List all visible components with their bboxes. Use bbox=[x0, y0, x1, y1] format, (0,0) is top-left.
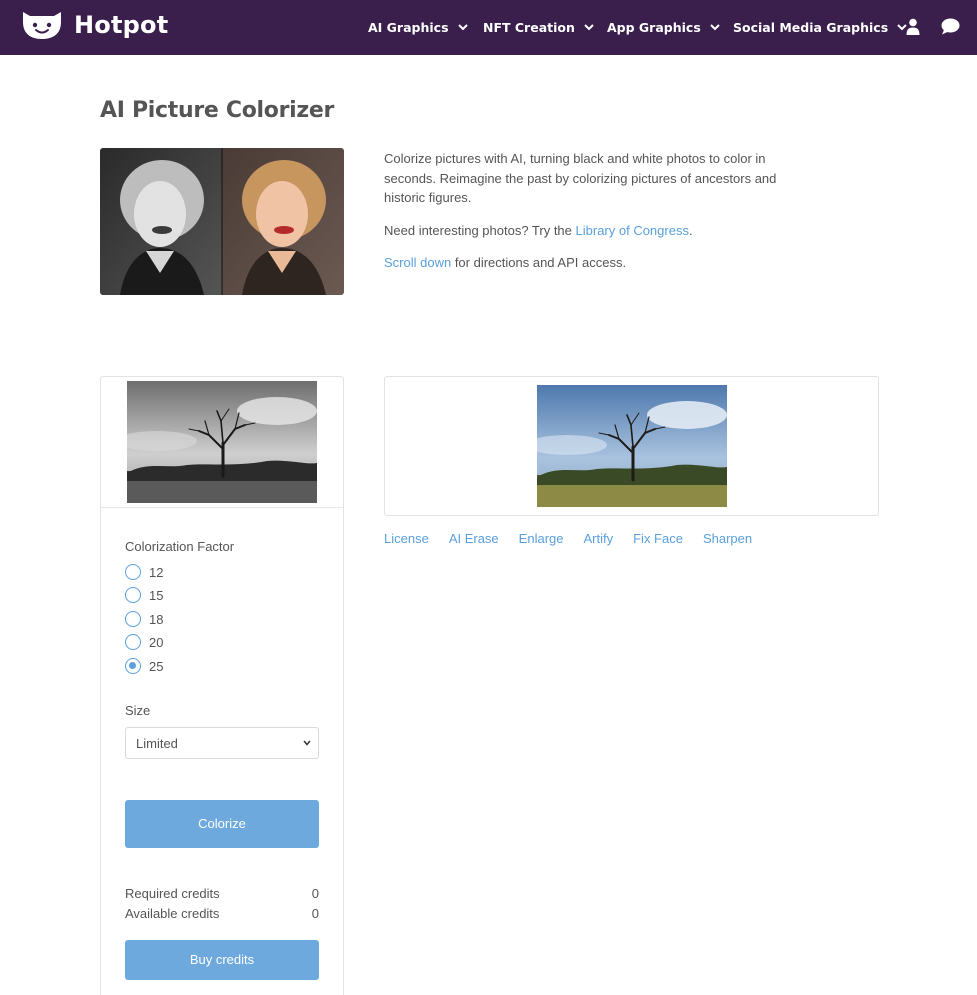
intro-text-span: . bbox=[688, 222, 693, 238]
image-tools-links: License AI Erase Enlarge Artify Fix Face… bbox=[384, 531, 772, 546]
factor-option-18[interactable]: 18 bbox=[125, 611, 163, 627]
colorization-factor-label: Colorization Factor bbox=[125, 539, 235, 554]
factor-option-label: 12 bbox=[149, 564, 164, 580]
factor-option-label: 25 bbox=[149, 658, 164, 674]
intro-paragraph: Colorize pictures with AI, turning black… bbox=[384, 151, 777, 205]
required-credits-row: Required credits 0 bbox=[125, 886, 319, 901]
chevron-down-icon bbox=[303, 740, 311, 746]
tool-link-license[interactable]: License bbox=[384, 531, 429, 546]
result-preview-card bbox=[384, 376, 879, 516]
nav-app-graphics[interactable]: App Graphics bbox=[607, 0, 720, 55]
intro-text-span: Need interesting photos? Try the bbox=[384, 222, 576, 238]
tool-link-sharpen[interactable]: Sharpen bbox=[703, 531, 752, 546]
factor-option-label: 18 bbox=[149, 611, 164, 627]
radio-button-selected[interactable] bbox=[125, 658, 141, 674]
colorized-result-image[interactable] bbox=[537, 385, 727, 507]
chevron-down-icon bbox=[710, 24, 720, 31]
required-credits-label: Required credits bbox=[125, 886, 220, 901]
size-select-value: Limited bbox=[136, 736, 178, 751]
nav-nft-creation[interactable]: NFT Creation bbox=[483, 0, 594, 55]
radio-button[interactable] bbox=[125, 564, 141, 580]
intro-paragraph-scroll: Scroll down for directions and API acces… bbox=[384, 253, 794, 273]
factor-option-15[interactable]: 15 bbox=[125, 587, 163, 603]
nav-label: Social Media Graphics bbox=[733, 20, 889, 35]
nav-social-media-graphics[interactable]: Social Media Graphics bbox=[733, 0, 907, 55]
radio-button[interactable] bbox=[125, 611, 141, 627]
factor-option-label: 15 bbox=[149, 587, 164, 603]
factor-option-25[interactable]: 25 bbox=[125, 658, 163, 674]
colorize-button[interactable]: Colorize bbox=[125, 800, 319, 848]
brand-name: Hotpot bbox=[74, 11, 169, 39]
user-icon[interactable] bbox=[906, 18, 920, 35]
chevron-down-icon bbox=[584, 24, 594, 31]
tool-link-ai-erase[interactable]: AI Erase bbox=[449, 531, 499, 546]
scroll-down-link[interactable]: Scroll down bbox=[384, 255, 451, 270]
radio-button[interactable] bbox=[125, 587, 141, 603]
card-divider bbox=[101, 507, 343, 508]
page-title: AI Picture Colorizer bbox=[100, 98, 335, 123]
available-credits-value: 0 bbox=[311, 906, 319, 921]
tool-link-artify[interactable]: Artify bbox=[583, 531, 613, 546]
size-label: Size bbox=[125, 703, 151, 718]
mascot-logo-icon bbox=[23, 12, 61, 39]
nav-label: App Graphics bbox=[607, 20, 701, 35]
chat-icon[interactable] bbox=[941, 18, 960, 35]
buy-credits-button[interactable]: Buy credits bbox=[125, 940, 319, 980]
uploaded-photo-thumbnail[interactable] bbox=[127, 381, 317, 503]
nav-label: NFT Creation bbox=[483, 20, 575, 35]
intro-paragraph-library: Need interesting photos? Try the Library… bbox=[384, 221, 794, 241]
before-after-example-image bbox=[100, 148, 344, 295]
intro-text: Colorize pictures with AI, turning black… bbox=[384, 149, 794, 286]
colorize-form-card: Colorization Factor 12 15 18 20 25 Size … bbox=[100, 376, 344, 995]
top-navigation-bar: Hotpot AI Graphics NFT Creation App Grap… bbox=[0, 0, 977, 55]
intro-text-span: for directions and API access. bbox=[451, 255, 627, 270]
radio-button[interactable] bbox=[125, 634, 141, 650]
size-select[interactable]: Limited bbox=[125, 727, 319, 759]
available-credits-row: Available credits 0 bbox=[125, 906, 319, 921]
nav-ai-graphics[interactable]: AI Graphics bbox=[368, 0, 468, 55]
chevron-down-icon bbox=[457, 24, 468, 31]
factor-option-20[interactable]: 20 bbox=[125, 634, 163, 650]
required-credits-value: 0 bbox=[311, 886, 319, 901]
tool-link-enlarge[interactable]: Enlarge bbox=[519, 531, 564, 546]
factor-option-12[interactable]: 12 bbox=[125, 564, 163, 580]
tool-link-fix-face[interactable]: Fix Face bbox=[633, 531, 683, 546]
nav-label: AI Graphics bbox=[368, 20, 449, 35]
library-of-congress-link[interactable]: Library of Congress bbox=[576, 223, 689, 238]
available-credits-label: Available credits bbox=[125, 906, 220, 921]
brand-logo[interactable]: Hotpot bbox=[20, 10, 168, 40]
factor-option-label: 20 bbox=[149, 634, 164, 650]
